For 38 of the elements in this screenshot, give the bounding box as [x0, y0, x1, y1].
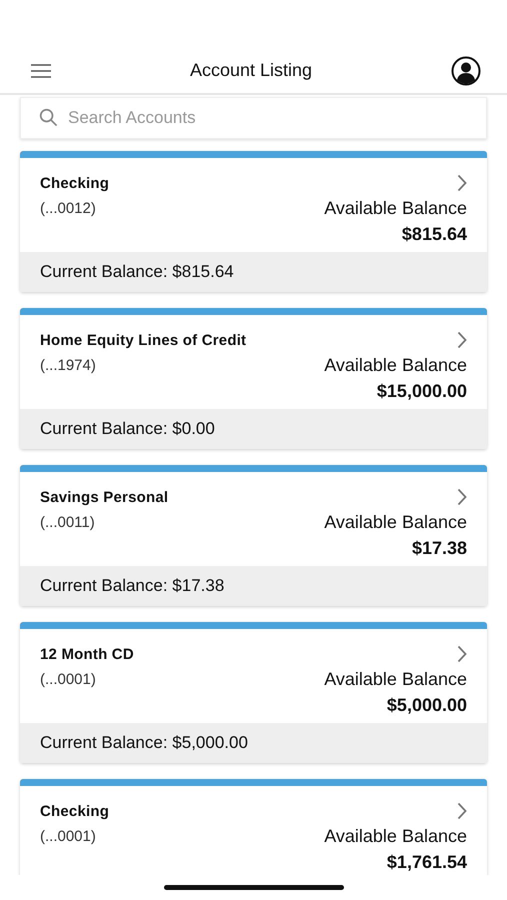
- available-balance-amount: $17.38: [412, 538, 467, 558]
- account-number: (...0001): [40, 828, 96, 844]
- account-name: Savings Personal: [40, 488, 168, 506]
- chevron-right-icon: [457, 331, 467, 349]
- account-name: Checking: [40, 802, 110, 820]
- menu-icon[interactable]: [31, 64, 51, 78]
- account-card[interactable]: Checking (...0012) Available Balance $815.64 Current Balance: $815.64: [20, 151, 487, 292]
- profile-icon[interactable]: [450, 56, 481, 86]
- current-balance: Current Balance: $0.00: [20, 409, 487, 449]
- available-balance-label: Available Balance: [324, 826, 467, 846]
- available-balance-label: Available Balance: [324, 198, 467, 218]
- account-card[interactable]: Savings Personal (...0011) Available Balance $17.38 Current Balance: $17.38: [20, 465, 487, 606]
- current-balance: Current Balance: $17.38: [20, 566, 487, 606]
- current-balance: Current Balance: $5,000.00: [20, 723, 487, 763]
- available-balance-label: Available Balance: [324, 668, 467, 690]
- chevron-right-icon: [457, 174, 467, 192]
- available-balance-amount: $15,000.00: [376, 380, 467, 402]
- page-title: Account Listing: [190, 60, 312, 81]
- account-name: Home Equity Lines of Credit: [40, 332, 246, 348]
- available-balance-amount: $815.64: [402, 224, 467, 244]
- chevron-right-icon: [457, 488, 467, 506]
- available-balance-label: Available Balance: [324, 512, 467, 532]
- account-name: 12 Month CD: [40, 646, 134, 662]
- account-name: Checking: [40, 174, 110, 192]
- account-number: (...0011): [40, 514, 95, 530]
- account-number: (...1974): [40, 356, 96, 374]
- chevron-right-icon: [457, 645, 467, 663]
- account-card[interactable]: 12 Month CD (...0001) Available Balance $5,000.00 Current Balance: $5,000.00: [20, 622, 487, 763]
- account-card[interactable]: Checking (...0001) Available Balance $1,761.54: [20, 779, 487, 875]
- account-card[interactable]: Home Equity Lines of Credit (...1974) Available Balance $15,000.00 Current Balance: $0.00: [20, 308, 487, 449]
- search-field[interactable]: Search Accounts: [20, 97, 487, 139]
- available-balance-amount: $5,000.00: [386, 694, 467, 716]
- chevron-right-icon: [457, 802, 467, 820]
- available-balance-label: Available Balance: [324, 354, 467, 376]
- current-balance: Current Balance: $815.64: [20, 252, 487, 292]
- account-number: (...0012): [40, 200, 96, 216]
- account-number: (...0001): [40, 670, 96, 688]
- available-balance-amount: $1,761.54: [386, 852, 467, 872]
